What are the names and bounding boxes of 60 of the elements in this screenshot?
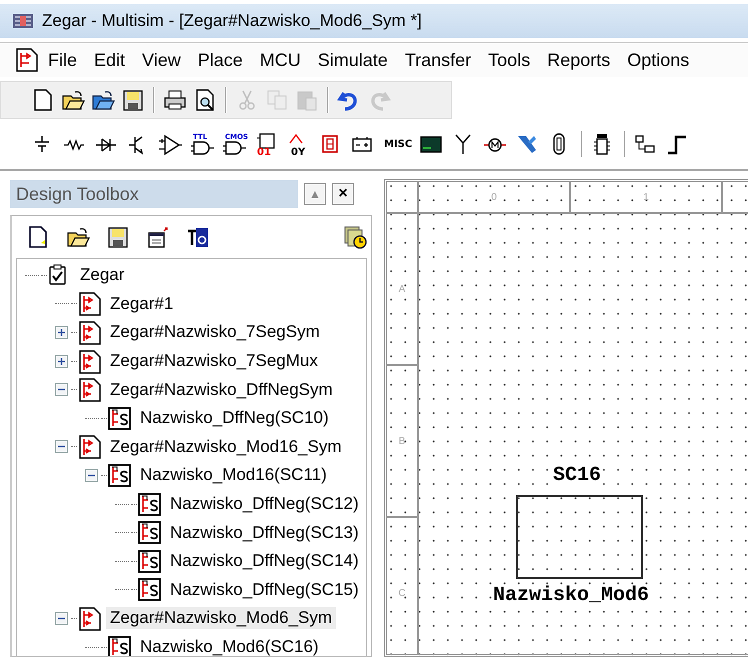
tree-item[interactable]: Nazwisko_DffNeg(SC10) — [136, 407, 333, 430]
tree-item[interactable]: Nazwisko_Mod6(SC16) — [136, 636, 323, 656]
schematic-icon — [77, 377, 102, 402]
app-icon — [12, 12, 34, 30]
component-ref: SC16 — [553, 466, 602, 486]
new-file-icon[interactable] — [26, 225, 50, 249]
subcircuit-icon — [137, 577, 162, 602]
text-box-icon[interactable] — [186, 225, 210, 249]
subcircuit-icon — [137, 520, 162, 546]
schematic-icon — [77, 606, 102, 631]
tree-item[interactable]: Zegar#Nazwisko_Mod16_Sym — [106, 436, 346, 458]
ruler-label: A — [387, 214, 417, 366]
tree-item[interactable]: Zegar — [76, 264, 128, 286]
tree-item[interactable]: Nazwisko_DffNeg(SC14) — [166, 550, 363, 572]
ruler-label: B — [387, 366, 417, 518]
misc-button[interactable]: MISC — [382, 138, 414, 150]
printer-icon[interactable] — [163, 88, 187, 112]
clock-icon[interactable] — [343, 225, 367, 249]
tree-item[interactable]: Zegar#Nazwisko_Mod6_Sym — [106, 607, 336, 630]
window-icon[interactable] — [146, 225, 170, 249]
tree-item[interactable]: Zegar#Nazwisko_7SegMux — [106, 350, 322, 372]
subcircuit-icon — [137, 548, 162, 574]
ruler-label: C — [387, 518, 417, 654]
schematic-icon — [77, 291, 102, 316]
subcircuit-icon — [137, 492, 162, 517]
tree-item[interactable]: Nazwisko_DffNeg(SC15) — [166, 578, 363, 601]
tree-item[interactable]: Nazwisko_Mod16(SC11) — [136, 464, 331, 486]
expand-icon[interactable] — [57, 328, 66, 337]
tree-item[interactable]: Zegar#Nazwisko_DffNegSym — [106, 378, 337, 401]
menu-item[interactable]: File — [40, 50, 86, 70]
subcircuit-icon — [107, 634, 132, 656]
schematic-icon — [77, 320, 102, 345]
close-button[interactable]: × — [332, 183, 354, 205]
tree-item[interactable]: Zegar#1 — [106, 292, 178, 315]
folder-icon[interactable] — [61, 88, 85, 112]
subcircuit-icon — [107, 406, 132, 431]
menu-item[interactable]: Reports — [539, 50, 620, 70]
tree-item[interactable]: Nazwisko_DffNeg(SC13) — [166, 522, 363, 544]
subcircuit-icon — [107, 462, 132, 488]
expand-icon[interactable] — [57, 356, 66, 366]
folder-icon[interactable] — [66, 225, 90, 249]
folder-icon[interactable] — [91, 88, 115, 112]
menu-item[interactable]: Edit — [86, 50, 134, 70]
menu-item[interactable]: View — [134, 50, 190, 70]
window-title: Zegar - Multisim - [Zegar#Nazwisko_Mod6_Sym *] — [42, 11, 422, 31]
panel-title: Design Toolbox — [10, 180, 298, 208]
schematic-icon[interactable] — [14, 47, 40, 73]
menu-item[interactable]: Transfer — [396, 50, 480, 70]
menu-item[interactable]: Options — [619, 50, 698, 70]
tree-item[interactable]: Nazwisko_DffNeg(SC12) — [166, 493, 363, 516]
ruler-label: 0 — [419, 182, 571, 212]
menu-item[interactable]: Place — [190, 50, 252, 70]
ruler-label: 1 — [571, 182, 723, 212]
op-amp-icon[interactable] — [158, 132, 185, 156]
menu-item[interactable]: Tools — [480, 50, 540, 70]
menu-item[interactable]: Simulate — [310, 50, 397, 70]
tree-item[interactable]: Zegar#Nazwisko_7SegSym — [106, 321, 324, 344]
schematic-icon — [77, 434, 102, 460]
menu-item[interactable]: MCU — [252, 50, 310, 70]
schematic-icon — [77, 348, 102, 374]
